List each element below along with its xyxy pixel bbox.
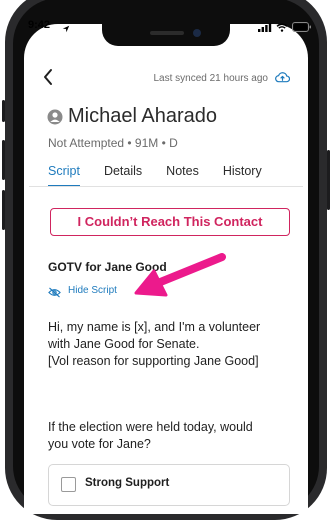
annotation-arrow bbox=[132, 253, 226, 308]
question-line: you vote for Jane? bbox=[48, 437, 151, 451]
tab-divider bbox=[29, 186, 303, 187]
eye-slash-icon[interactable] bbox=[48, 285, 61, 303]
script-line: [Vol reason for supporting Jane Good] bbox=[48, 354, 259, 368]
tab-bar: Script Details Notes History bbox=[48, 164, 286, 187]
contact-meta: Not Attempted • 91M • D bbox=[48, 136, 178, 150]
tab-script[interactable]: Script bbox=[48, 164, 80, 187]
response-option-strong-support[interactable]: Strong Support bbox=[48, 464, 290, 506]
signal-icon bbox=[258, 19, 272, 37]
contact-name: Michael Aharado bbox=[68, 105, 217, 127]
script-text: Hi, my name is [x], and I'm a volunteer … bbox=[48, 319, 260, 370]
person-avatar-icon bbox=[47, 109, 63, 130]
tab-history[interactable]: History bbox=[223, 164, 262, 187]
status-indicators bbox=[258, 19, 312, 37]
volume-up-button bbox=[2, 140, 5, 180]
speaker bbox=[150, 31, 184, 35]
couldnt-reach-button[interactable]: I Couldn’t Reach This Contact bbox=[50, 208, 290, 236]
tab-details[interactable]: Details bbox=[104, 164, 142, 187]
script-line: Hi, my name is [x], and I'm a volunteer bbox=[48, 320, 261, 334]
script-line: with Jane Good for Senate. bbox=[48, 337, 200, 351]
front-camera bbox=[193, 29, 201, 37]
notch bbox=[102, 24, 230, 46]
cloud-upload-icon[interactable] bbox=[275, 70, 291, 88]
battery-icon bbox=[292, 19, 312, 37]
survey-question: If the election were held today, would y… bbox=[48, 419, 253, 453]
question-line: If the election were held today, would bbox=[48, 420, 253, 434]
side-button bbox=[327, 150, 330, 210]
hide-script-link[interactable]: Hide Script bbox=[68, 285, 117, 296]
back-chevron-icon[interactable] bbox=[42, 68, 54, 91]
last-synced-text: Last synced 21 hours ago bbox=[153, 73, 268, 84]
mute-switch bbox=[2, 100, 5, 122]
volume-down-button bbox=[2, 190, 5, 230]
location-arrow-icon bbox=[62, 20, 70, 38]
checkbox[interactable] bbox=[61, 477, 76, 492]
option-label: Strong Support bbox=[85, 477, 170, 489]
status-time: 9:42 bbox=[28, 19, 51, 31]
wifi-icon bbox=[276, 19, 288, 37]
tab-notes[interactable]: Notes bbox=[166, 164, 199, 187]
